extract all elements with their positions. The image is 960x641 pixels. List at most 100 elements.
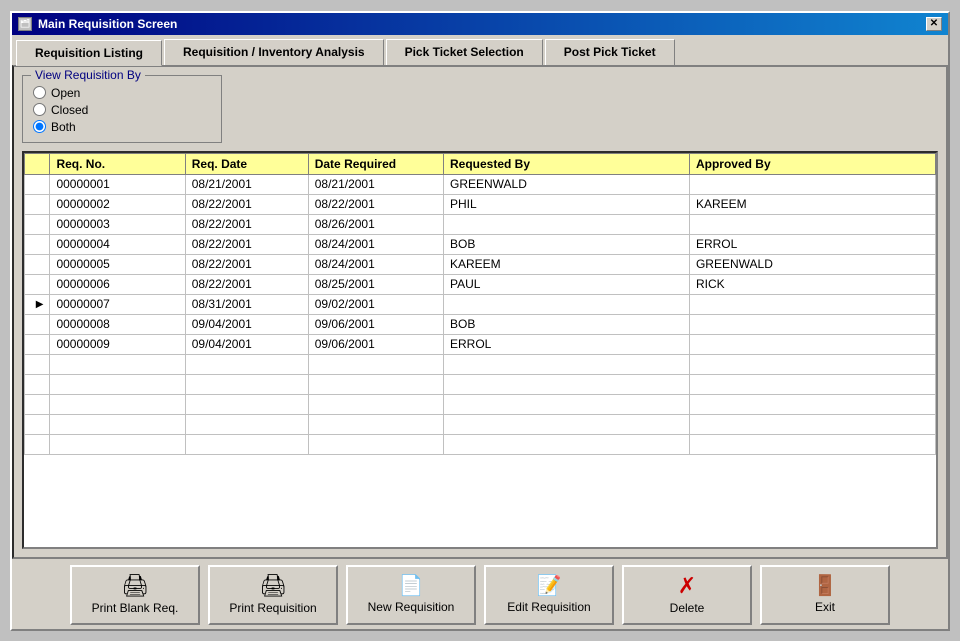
header-date-required: Date Required [308, 153, 443, 174]
cell-req_no: 00000007 [50, 294, 185, 314]
cell-requested_by: BOB [444, 314, 690, 334]
edit-requisition-button[interactable]: 📝 Edit Requisition [484, 565, 614, 625]
main-window: 🗂 Main Requisition Screen ✕ Requisition … [10, 11, 950, 631]
header-req-no: Req. No. [50, 153, 185, 174]
cell-date_required [308, 434, 443, 454]
cell-req_date: 08/22/2001 [185, 214, 308, 234]
exit-label: Exit [815, 600, 835, 614]
cell-req_no: 00000002 [50, 194, 185, 214]
row-indicator [25, 234, 50, 254]
cell-req_date: 08/22/2001 [185, 254, 308, 274]
exit-button[interactable]: 🚪 Exit [760, 565, 890, 625]
table-row[interactable]: 0000000308/22/200108/26/2001 [25, 214, 936, 234]
radio-input-open[interactable] [33, 86, 46, 99]
cell-req_date [185, 414, 308, 434]
edit-req-icon: 📝 [537, 576, 562, 596]
view-radio-group: Open Closed Both [33, 86, 211, 134]
requisition-table: Req. No. Req. Date Date Required Request… [24, 153, 936, 455]
table-scroll-area[interactable]: Req. No. Req. Date Date Required Request… [24, 153, 936, 547]
requisition-table-container: Req. No. Req. Date Date Required Request… [22, 151, 938, 549]
print-blank-icon: 🖨 [121, 575, 149, 597]
cell-req_no: 00000004 [50, 234, 185, 254]
tab-requisition-listing[interactable]: Requisition Listing [16, 40, 162, 66]
cell-date_required: 09/02/2001 [308, 294, 443, 314]
cell-req_no: 00000005 [50, 254, 185, 274]
cell-approved_by [689, 434, 935, 454]
table-row[interactable]: ▶0000000708/31/200109/02/2001 [25, 294, 936, 314]
table-row[interactable]: 0000000508/22/200108/24/2001KAREEMGREENW… [25, 254, 936, 274]
cell-approved_by: RICK [689, 274, 935, 294]
cell-approved_by [689, 314, 935, 334]
cell-req_date [185, 354, 308, 374]
cell-requested_by [444, 414, 690, 434]
cell-approved_by [689, 414, 935, 434]
cell-req_date: 08/22/2001 [185, 274, 308, 294]
table-row[interactable]: 0000000909/04/200109/06/2001ERROL [25, 334, 936, 354]
cell-req_no: 00000006 [50, 274, 185, 294]
row-indicator [25, 374, 50, 394]
app-icon: 🗂 [18, 17, 32, 31]
row-indicator [25, 254, 50, 274]
cell-requested_by: PAUL [444, 274, 690, 294]
table-row[interactable]: 0000000108/21/200108/21/2001GREENWALD [25, 174, 936, 194]
title-bar: 🗂 Main Requisition Screen ✕ [12, 13, 948, 35]
cell-approved_by: ERROL [689, 234, 935, 254]
radio-input-both[interactable] [33, 120, 46, 133]
header-approved-by: Approved By [689, 153, 935, 174]
cell-requested_by: PHIL [444, 194, 690, 214]
print-blank-label: Print Blank Req. [92, 601, 179, 615]
close-button[interactable]: ✕ [926, 17, 942, 31]
table-row[interactable] [25, 414, 936, 434]
cell-approved_by [689, 354, 935, 374]
tab-inventory-analysis[interactable]: Requisition / Inventory Analysis [164, 39, 384, 65]
row-indicator [25, 274, 50, 294]
radio-input-closed[interactable] [33, 103, 46, 116]
row-indicator [25, 394, 50, 414]
footer-toolbar: 🖨 Print Blank Req. 🖨 Print Requisition 📄… [12, 559, 948, 629]
table-row[interactable]: 0000000809/04/200109/06/2001BOB [25, 314, 936, 334]
cell-req_no: 00000009 [50, 334, 185, 354]
table-row[interactable] [25, 374, 936, 394]
cell-approved_by [689, 334, 935, 354]
cell-date_required: 08/21/2001 [308, 174, 443, 194]
print-blank-req-button[interactable]: 🖨 Print Blank Req. [70, 565, 200, 625]
cell-requested_by [444, 434, 690, 454]
delete-button[interactable]: ✗ Delete [622, 565, 752, 625]
cell-requested_by: KAREEM [444, 254, 690, 274]
table-row[interactable]: 0000000208/22/200108/22/2001PHILKAREEM [25, 194, 936, 214]
tab-post-pick-ticket[interactable]: Post Pick Ticket [545, 39, 675, 65]
table-row[interactable] [25, 394, 936, 414]
print-requisition-button[interactable]: 🖨 Print Requisition [208, 565, 338, 625]
exit-icon: 🚪 [813, 576, 838, 596]
cell-req_date: 08/31/2001 [185, 294, 308, 314]
table-row[interactable]: 0000000608/22/200108/25/2001PAULRICK [25, 274, 936, 294]
edit-req-label: Edit Requisition [507, 600, 590, 614]
cell-date_required [308, 354, 443, 374]
header-requested-by: Requested By [444, 153, 690, 174]
cell-approved_by [689, 374, 935, 394]
cell-req_no [50, 414, 185, 434]
cell-req_date [185, 394, 308, 414]
table-row[interactable] [25, 434, 936, 454]
table-row[interactable] [25, 354, 936, 374]
cell-requested_by [444, 374, 690, 394]
cell-req_no [50, 374, 185, 394]
cell-approved_by [689, 174, 935, 194]
radio-both[interactable]: Both [33, 120, 211, 134]
window-title: Main Requisition Screen [38, 17, 177, 31]
table-row[interactable]: 0000000408/22/200108/24/2001BOBERROL [25, 234, 936, 254]
cell-req_no [50, 434, 185, 454]
tab-pick-ticket-selection[interactable]: Pick Ticket Selection [386, 39, 543, 65]
radio-open[interactable]: Open [33, 86, 211, 100]
new-requisition-button[interactable]: 📄 New Requisition [346, 565, 476, 625]
row-indicator [25, 354, 50, 374]
cell-approved_by [689, 394, 935, 414]
cell-req_date: 08/22/2001 [185, 194, 308, 214]
cell-requested_by: ERROL [444, 334, 690, 354]
cell-requested_by [444, 394, 690, 414]
cell-date_required: 08/22/2001 [308, 194, 443, 214]
radio-closed[interactable]: Closed [33, 103, 211, 117]
cell-req_date [185, 434, 308, 454]
cell-requested_by [444, 354, 690, 374]
cell-req_no [50, 354, 185, 374]
